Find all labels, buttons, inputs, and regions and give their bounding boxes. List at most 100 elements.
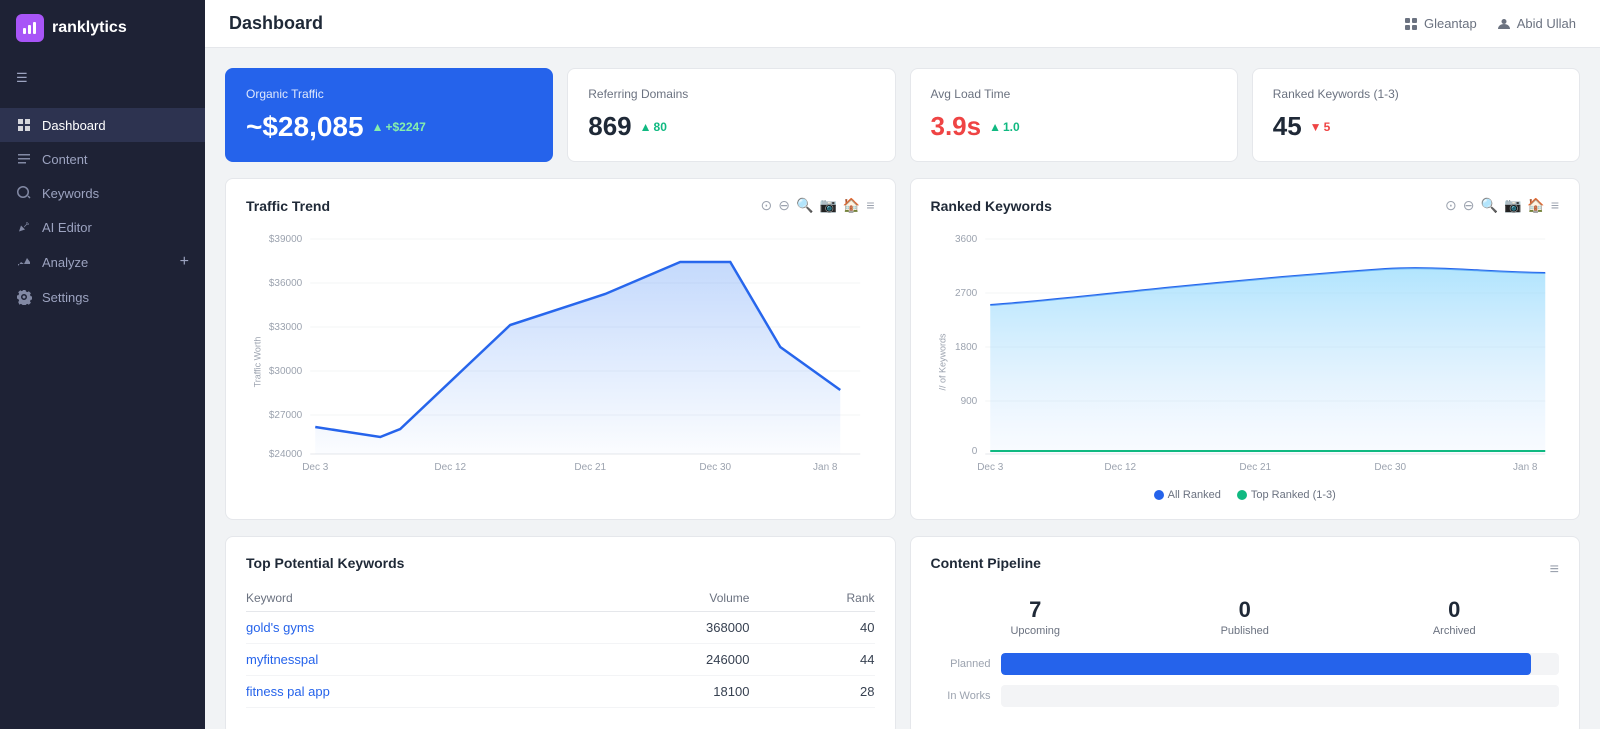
pipeline-inworks-label: In Works [931, 690, 991, 702]
svg-text:Traffic Worth: Traffic Worth [252, 337, 262, 388]
svg-text:$27000: $27000 [269, 410, 303, 421]
referring-domains-value: 869 ▲ 80 [588, 111, 874, 142]
main-area: Dashboard Gleantap Abid Ullah Organic Tr… [205, 0, 1600, 729]
avg-load-time-delta: ▲ 1.0 [989, 120, 1020, 134]
kw-volume-0: 368000 [530, 612, 779, 644]
top-keywords-title: Top Potential Keywords [246, 555, 875, 571]
svg-text:0: 0 [971, 446, 977, 457]
user-menu[interactable]: Abid Ullah [1497, 16, 1576, 31]
pipeline-archived-label: Archived [1350, 625, 1560, 637]
sidebar-item-settings[interactable]: Settings [0, 280, 205, 314]
svg-text:Dec 30: Dec 30 [699, 462, 731, 473]
traffic-trend-card: Traffic Trend ⊙ ⊖ 🔍 📷 🏠 ≡ $39000 $36000 … [225, 178, 896, 520]
download-icon[interactable]: 📷 [819, 197, 836, 214]
menu-icon[interactable]: ≡ [866, 197, 874, 214]
kw-rank-0: 40 [779, 612, 874, 644]
svg-text:$36000: $36000 [269, 278, 303, 289]
nav-label-keywords: Keywords [42, 186, 99, 201]
sidebar-item-keywords[interactable]: Keywords [0, 176, 205, 210]
legend-all-ranked: All Ranked [1154, 489, 1221, 501]
zoom-in-icon[interactable]: 🔍 [796, 197, 813, 214]
kw-name-0[interactable]: gold's gyms [246, 612, 530, 644]
ranked-keywords-chart-svg: 3600 2700 1800 900 0 // of Keywords [931, 222, 1560, 482]
legend-top-ranked-label: Top Ranked (1-3) [1251, 489, 1336, 501]
sidebar-nav: Dashboard Content Keywords AI Editor Ana… [0, 100, 205, 729]
pipeline-published-label: Published [1140, 625, 1350, 637]
sidebar-item-ai-editor[interactable]: AI Editor [0, 210, 205, 244]
table-row: gold's gyms 368000 40 [246, 612, 875, 644]
svg-text:1800: 1800 [955, 342, 978, 353]
pipeline-header: Content Pipeline ≡ [931, 555, 1560, 585]
avg-load-time-card: Avg Load Time 3.9s ▲ 1.0 [910, 68, 1238, 162]
zoom-out-icon[interactable]: ⊖ [778, 197, 790, 214]
ranked-keywords-title: Ranked Keywords (1-3) [1273, 87, 1559, 101]
content-pipeline-card: Content Pipeline ≡ 7 Upcoming 0 Publishe… [910, 536, 1581, 729]
pipeline-archived-value: 0 [1350, 597, 1560, 623]
nav-label-settings: Settings [42, 290, 89, 305]
pipeline-stat-published: 0 Published [1140, 597, 1350, 637]
col-keyword: Keyword [246, 585, 530, 612]
pipeline-row-inworks: In Works [931, 685, 1560, 707]
hamburger-menu[interactable]: ☰ [0, 56, 205, 100]
download-icon2[interactable]: 📷 [1504, 197, 1521, 214]
home-icon[interactable]: 🏠 [843, 197, 860, 214]
svg-text:Dec 21: Dec 21 [574, 462, 606, 473]
kw-rank-2: 28 [779, 676, 874, 708]
zoom-reset-icon2[interactable]: ⊙ [1445, 197, 1457, 214]
app-logo-icon [16, 14, 44, 42]
zoom-out-icon2[interactable]: ⊖ [1463, 197, 1475, 214]
bottom-row: Top Potential Keywords Keyword Volume Ra… [225, 536, 1580, 729]
pipeline-row-planned: Planned [931, 653, 1560, 675]
chart-legend: All Ranked Top Ranked (1-3) [931, 489, 1560, 501]
analyze-plus-icon[interactable]: + [180, 253, 189, 271]
svg-text:Jan 8: Jan 8 [1513, 462, 1538, 473]
organic-traffic-title: Organic Traffic [246, 87, 532, 101]
svg-text:Dec 3: Dec 3 [977, 462, 1004, 473]
nav-label-ai-editor: AI Editor [42, 220, 92, 235]
kw-volume-1: 246000 [530, 644, 779, 676]
pipeline-title: Content Pipeline [931, 555, 1041, 571]
referring-domains-delta: ▲ 80 [640, 120, 667, 134]
sidebar-item-content[interactable]: Content [0, 142, 205, 176]
workspace-name: Gleantap [1424, 16, 1477, 31]
charts-row: Traffic Trend ⊙ ⊖ 🔍 📷 🏠 ≡ $39000 $36000 … [225, 178, 1580, 520]
pipeline-menu-icon[interactable]: ≡ [1550, 561, 1559, 579]
zoom-reset-icon[interactable]: ⊙ [761, 197, 773, 214]
page-title: Dashboard [229, 13, 323, 34]
kw-name-1[interactable]: myfitnesspal [246, 644, 530, 676]
svg-text:2700: 2700 [955, 288, 978, 299]
sidebar: ranklytics ☰ Dashboard Content Keywords … [0, 0, 205, 729]
topbar: Dashboard Gleantap Abid Ullah [205, 0, 1600, 48]
pipeline-stat-archived: 0 Archived [1350, 597, 1560, 637]
avg-load-time-value: 3.9s ▲ 1.0 [931, 111, 1217, 142]
pipeline-stats: 7 Upcoming 0 Published 0 Archived [931, 597, 1560, 637]
ranked-keywords-toolbar: ⊙ ⊖ 🔍 📷 🏠 ≡ [1445, 197, 1559, 214]
pipeline-stat-upcoming: 7 Upcoming [931, 597, 1141, 637]
nav-label-dashboard: Dashboard [42, 118, 106, 133]
sidebar-item-dashboard[interactable]: Dashboard [0, 108, 205, 142]
pipeline-planned-fill [1001, 653, 1532, 675]
svg-text:Dec 21: Dec 21 [1239, 462, 1271, 473]
svg-text:$33000: $33000 [269, 322, 303, 333]
kw-name-2[interactable]: fitness pal app [246, 676, 530, 708]
svg-text:3600: 3600 [955, 234, 978, 245]
traffic-trend-toolbar: ⊙ ⊖ 🔍 📷 🏠 ≡ [761, 197, 875, 214]
menu-icon2[interactable]: ≡ [1551, 197, 1559, 214]
pipeline-upcoming-value: 7 [931, 597, 1141, 623]
workspace-selector[interactable]: Gleantap [1404, 16, 1477, 31]
home-icon2[interactable]: 🏠 [1527, 197, 1544, 214]
zoom-in-icon2[interactable]: 🔍 [1481, 197, 1498, 214]
pipeline-inworks-track [1001, 685, 1560, 707]
legend-top-ranked-dot [1237, 490, 1247, 500]
svg-text:Jan 8: Jan 8 [813, 462, 838, 473]
pipeline-upcoming-label: Upcoming [931, 625, 1141, 637]
nav-label-content: Content [42, 152, 88, 167]
svg-text:900: 900 [960, 396, 977, 407]
organic-traffic-value: ~$28,085 ▲ +$2247 [246, 111, 532, 143]
keywords-table: Keyword Volume Rank gold's gyms 368000 4… [246, 585, 875, 708]
pipeline-published-value: 0 [1140, 597, 1350, 623]
sidebar-item-analyze[interactable]: Analyze + [0, 244, 205, 280]
svg-text:Dec 12: Dec 12 [1104, 462, 1136, 473]
kw-rank-1: 44 [779, 644, 874, 676]
sidebar-logo: ranklytics [0, 0, 205, 56]
